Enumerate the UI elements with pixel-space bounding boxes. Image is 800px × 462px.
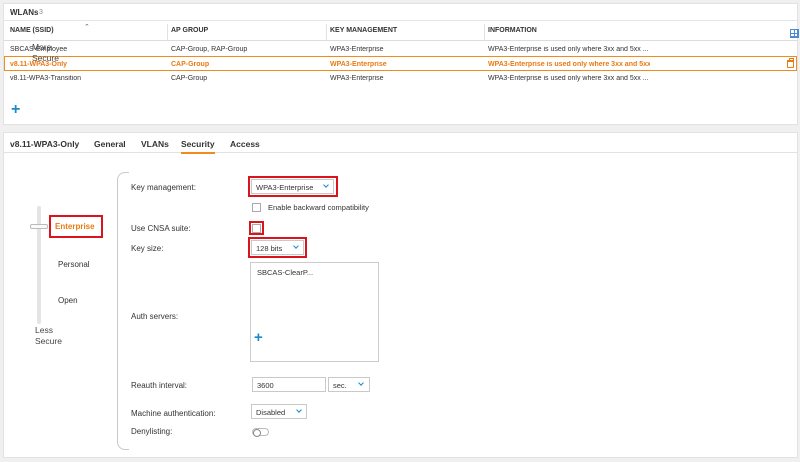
reauth-unit-dropdown[interactable]: sec. bbox=[328, 377, 370, 392]
cell-name: v8.11-WPA3-Transition bbox=[10, 75, 82, 82]
wlans-header: WLANs 3 bbox=[4, 4, 797, 21]
cell-key-management: WPA3-Enterprise bbox=[330, 75, 384, 82]
tab-security[interactable]: Security bbox=[181, 139, 215, 154]
header-divider bbox=[4, 40, 797, 41]
auth-servers-label: Auth servers: bbox=[131, 312, 179, 321]
auth-server-item[interactable]: SBCAS-ClearP... bbox=[257, 268, 313, 277]
column-header-information[interactable]: INFORMATION bbox=[488, 27, 537, 34]
settings-bracket bbox=[117, 172, 129, 450]
backward-compat-checkbox[interactable] bbox=[252, 203, 261, 212]
backward-compat-label: Enable backward compatibility bbox=[268, 203, 369, 212]
less-secure-label: Less Secure bbox=[35, 325, 62, 347]
more-secure-line: More bbox=[32, 42, 52, 52]
security-slider-handle[interactable] bbox=[30, 224, 48, 229]
highlight-box bbox=[248, 237, 307, 258]
highlight-box bbox=[249, 221, 264, 235]
column-header-key-management[interactable]: KEY MANAGEMENT bbox=[330, 27, 397, 34]
chevron-down-icon bbox=[358, 380, 364, 386]
cell-information: WPA3-Enterprise is used only where 3xx a… bbox=[488, 46, 648, 53]
trash-icon[interactable] bbox=[787, 58, 794, 68]
column-divider bbox=[167, 24, 168, 40]
cell-ap-group: CAP-Group bbox=[171, 61, 210, 68]
more-secure-line: Secure bbox=[32, 53, 59, 63]
key-size-label: Key size: bbox=[131, 244, 164, 253]
wlans-panel: WLANs 3 ⌃ NAME (SSID) AP GROUP KEY MANAG… bbox=[3, 3, 799, 125]
less-secure-line: Secure bbox=[35, 336, 62, 346]
tab-vlans[interactable]: VLANs bbox=[141, 139, 169, 149]
wlans-count: 3 bbox=[39, 9, 43, 16]
detail-tabs: v8.11-WPA3-Only General VLANs Security A… bbox=[4, 133, 797, 154]
cell-information: WPA3-Enterprise is used only where 3xx a… bbox=[488, 61, 650, 68]
denylisting-label: Denylisting: bbox=[131, 427, 173, 436]
table-columns-icon[interactable] bbox=[790, 29, 799, 38]
sort-ascending-icon[interactable]: ⌃ bbox=[84, 23, 90, 31]
security-level-personal[interactable]: Personal bbox=[58, 260, 90, 269]
add-auth-server-button[interactable]: + bbox=[254, 329, 263, 346]
machine-auth-label: Machine authentication: bbox=[131, 409, 216, 418]
column-header-ap-group[interactable]: AP GROUP bbox=[171, 27, 208, 34]
wlans-title: WLANs bbox=[10, 8, 39, 17]
more-secure-label: More Secure bbox=[32, 42, 59, 64]
column-header-name[interactable]: NAME (SSID) bbox=[10, 27, 54, 34]
cell-ap-group: CAP-Group, RAP-Group bbox=[171, 46, 248, 53]
tab-access[interactable]: Access bbox=[230, 139, 260, 149]
less-secure-line: Less bbox=[35, 325, 53, 335]
tab-wlan-name: v8.11-WPA3-Only bbox=[10, 139, 80, 149]
cell-ap-group: CAP-Group bbox=[171, 75, 208, 82]
cnsa-label: Use CNSA suite: bbox=[131, 224, 191, 233]
column-divider bbox=[326, 24, 327, 40]
cell-key-management: WPA3-Enterprise bbox=[330, 46, 384, 53]
highlight-box bbox=[49, 215, 103, 238]
add-wlan-button[interactable]: + bbox=[11, 102, 20, 118]
reauth-unit-value: sec. bbox=[333, 381, 347, 390]
column-divider bbox=[484, 24, 485, 40]
denylisting-toggle[interactable] bbox=[252, 428, 269, 437]
table-row[interactable]: v8.11-WPA3-Transition CAP-Group WPA3-Ent… bbox=[4, 71, 797, 86]
table-row-selected[interactable]: v8.11-WPA3-Only CAP-Group WPA3-Enterpris… bbox=[4, 56, 797, 71]
chevron-down-icon bbox=[296, 407, 302, 413]
cell-key-management: WPA3-Enterprise bbox=[330, 61, 387, 68]
machine-auth-dropdown[interactable]: Disabled bbox=[251, 404, 307, 419]
cell-information: WPA3-Enterprise is used only where 3xx a… bbox=[488, 75, 648, 82]
tab-general[interactable]: General bbox=[94, 139, 126, 149]
auth-servers-list[interactable]: SBCAS-ClearP... + bbox=[250, 262, 379, 362]
reauth-interval-label: Reauth interval: bbox=[131, 381, 188, 390]
reauth-interval-input[interactable]: 3600 bbox=[252, 377, 326, 392]
security-level-open[interactable]: Open bbox=[58, 296, 78, 305]
table-row[interactable]: SBCAS-Employee CAP-Group, RAP-Group WPA3… bbox=[4, 42, 797, 57]
machine-auth-value: Disabled bbox=[256, 408, 286, 417]
key-management-label: Key management: bbox=[131, 183, 196, 192]
highlight-box bbox=[248, 176, 338, 197]
